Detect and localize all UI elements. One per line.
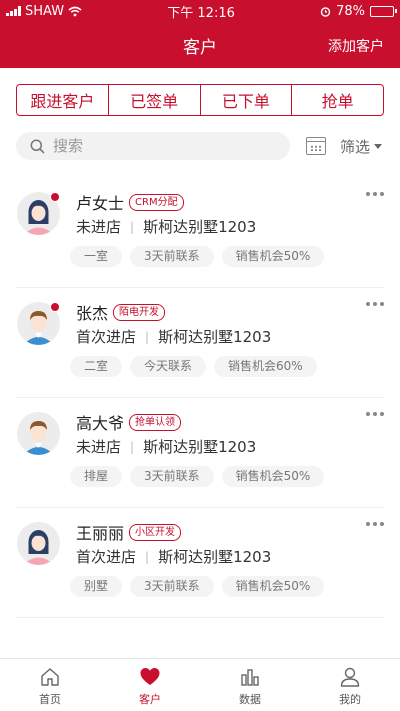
wifi-icon	[68, 6, 82, 16]
customer-row[interactable]: 高大爷 抢单认领 未进店 | 斯柯达别墅1203 排屋 3天前联系 销售机会50…	[16, 398, 384, 508]
source-badge: CRM分配	[129, 193, 184, 211]
tag-sales-chance: 销售机会50%	[221, 246, 325, 267]
customer-row[interactable]: 卢女士 CRM分配 未进店 | 斯柯达别墅1203 一室 3天前联系 销售机会5…	[16, 178, 384, 288]
tab-ordered[interactable]: 已下单	[199, 85, 292, 115]
customer-list: 卢女士 CRM分配 未进店 | 斯柯达别墅1203 一室 3天前联系 销售机会5…	[0, 178, 400, 618]
tag-sales-chance: 销售机会60%	[214, 356, 317, 377]
search-icon	[30, 139, 45, 154]
calendar-icon[interactable]	[306, 137, 326, 155]
tabbar-mine[interactable]: 我的	[300, 659, 400, 711]
tag-room-type: 排屋	[70, 466, 123, 487]
property-name: 斯柯达别墅1203	[158, 548, 272, 566]
tabbar-home[interactable]: 首页	[0, 659, 100, 711]
more-options-icon[interactable]	[366, 192, 384, 196]
divider: |	[130, 439, 135, 454]
user-icon	[340, 667, 360, 687]
visit-status: 首次进店	[76, 548, 137, 566]
filter-button[interactable]: 筛选	[340, 136, 383, 157]
alarm-icon	[320, 6, 331, 17]
customer-row[interactable]: 张杰 陌电开发 首次进店 | 斯柯达别墅1203 二室 今天联系 销售机会60%	[16, 288, 384, 398]
tag-last-contact: 3天前联系	[130, 576, 214, 597]
tag-sales-chance: 销售机会50%	[221, 466, 325, 487]
tabbar-label: 我的	[339, 693, 361, 706]
tag-last-contact: 今天联系	[130, 356, 207, 377]
tab-grab-order[interactable]: 抢单	[291, 85, 383, 115]
battery-icon	[370, 5, 397, 17]
tag-last-contact: 3天前联系	[130, 466, 214, 487]
unread-dot	[50, 192, 60, 202]
tabbar-data[interactable]: 数据	[200, 659, 300, 711]
customer-name: 王丽丽	[76, 524, 125, 543]
page-title: 客户	[183, 37, 217, 58]
tabbar-label: 首页	[39, 693, 61, 706]
divider: |	[145, 549, 150, 564]
tag-room-type: 一室	[70, 246, 123, 267]
bottom-tab-bar: 首页 客户 数据 我的	[0, 658, 400, 711]
customer-row[interactable]: 王丽丽 小区开发 首次进店 | 斯柯达别墅1203 别墅 3天前联系 销售机会5…	[16, 508, 384, 618]
tag-last-contact: 3天前联系	[130, 246, 214, 267]
property-name: 斯柯达别墅1203	[143, 438, 257, 456]
divider: |	[145, 329, 150, 344]
tabbar-label: 数据	[239, 693, 261, 706]
carrier-label: SHAW	[25, 3, 65, 19]
add-customer-button[interactable]: 添加客户	[328, 36, 384, 56]
more-options-icon[interactable]	[366, 412, 384, 416]
search-row: 筛选	[16, 132, 384, 160]
tabbar-label: 客户	[139, 693, 161, 706]
home-icon	[41, 668, 59, 686]
tag-room-type: 二室	[70, 356, 123, 377]
property-name: 斯柯达别墅1203	[158, 328, 272, 346]
customer-name: 张杰	[76, 304, 109, 323]
tag-room-type: 别墅	[70, 576, 123, 597]
app-header: SHAW 下午 12:16 78% 客户 添加客户	[0, 0, 400, 68]
filter-label: 筛选	[340, 137, 371, 156]
search-box[interactable]	[16, 132, 290, 160]
property-name: 斯柯达别墅1203	[143, 218, 257, 236]
status-bar: SHAW 下午 12:16 78%	[0, 0, 400, 22]
signal-icon	[6, 6, 21, 16]
visit-status: 未进店	[76, 438, 122, 456]
source-badge: 抢单认领	[129, 413, 182, 431]
visit-status: 未进店	[76, 218, 122, 236]
battery-percent: 78%	[336, 3, 365, 19]
tab-following[interactable]: 跟进客户	[17, 85, 108, 115]
tab-signed[interactable]: 已签单	[107, 85, 200, 115]
source-badge: 小区开发	[129, 523, 182, 541]
male-avatar-icon	[17, 412, 60, 455]
more-options-icon[interactable]	[366, 522, 384, 526]
status-time: 下午 12:16	[167, 5, 235, 21]
source-badge: 陌电开发	[113, 303, 166, 321]
customer-name: 卢女士	[76, 194, 125, 213]
search-input[interactable]	[53, 137, 253, 155]
tag-sales-chance: 销售机会50%	[221, 576, 325, 597]
more-options-icon[interactable]	[366, 302, 384, 306]
visit-status: 首次进店	[76, 328, 137, 346]
heart-icon	[140, 668, 160, 685]
customer-name: 高大爷	[76, 414, 125, 433]
segment-tabs: 跟进客户 已签单 已下单 抢单	[16, 84, 384, 116]
bar-chart-icon	[241, 669, 259, 686]
tabbar-customers[interactable]: 客户	[100, 659, 200, 711]
female-avatar-icon	[17, 522, 60, 565]
caret-down-icon	[374, 143, 383, 149]
unread-dot	[50, 302, 60, 312]
divider: |	[130, 219, 135, 234]
nav-bar: 客户 添加客户	[0, 22, 400, 68]
